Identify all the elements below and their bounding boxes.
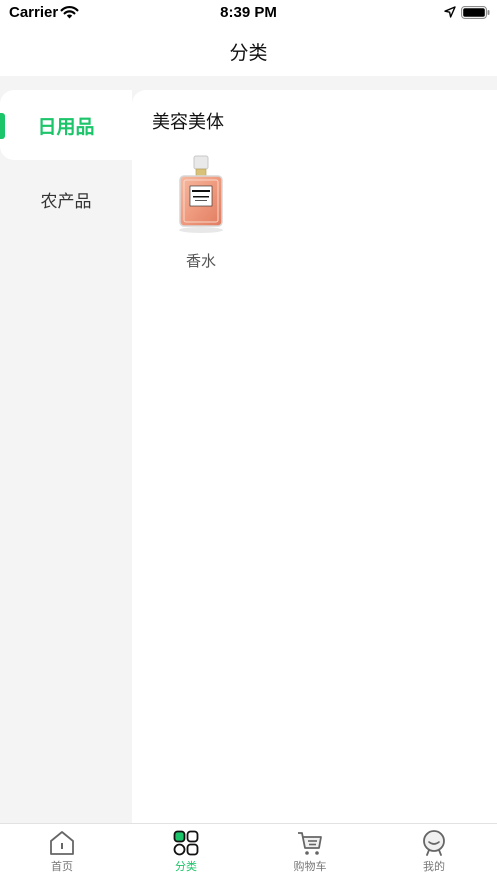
tab-category[interactable]: 分类: [124, 830, 248, 880]
tab-label: 我的: [423, 860, 445, 873]
category-sidebar: 日用品 农产品: [0, 76, 132, 823]
location-arrow-icon: [444, 6, 456, 18]
perfume-bottle-icon: [160, 154, 242, 244]
sidebar-item-daily-goods[interactable]: 日用品: [0, 90, 132, 160]
home-icon: [50, 831, 74, 855]
tab-label: 分类: [175, 860, 197, 873]
tab-profile[interactable]: 我的: [372, 830, 496, 880]
tab-label: 购物车: [293, 860, 327, 873]
status-bar: Carrier 8:39 PM: [0, 0, 497, 26]
sidebar-item-farm-products[interactable]: 农产品: [0, 164, 132, 234]
category-grid-icon: [173, 830, 199, 856]
category-content: 日用品 农产品 美容美体 香水: [0, 76, 497, 823]
tab-label: 首页: [51, 860, 73, 873]
product-name: 香水: [185, 252, 216, 270]
section-title: 美容美体: [152, 112, 224, 133]
active-indicator: [0, 113, 5, 139]
sidebar-item-label: 日用品: [37, 115, 95, 138]
nav-bar: 分类: [0, 26, 497, 76]
cart-icon: [298, 832, 322, 855]
tab-cart[interactable]: 购物车: [248, 830, 372, 880]
tab-home[interactable]: 首页: [0, 830, 124, 880]
sidebar-item-label: 农产品: [40, 191, 92, 212]
product-panel: 美容美体 香水: [132, 90, 497, 823]
battery-icon: [461, 6, 490, 19]
page-title: 分类: [229, 42, 268, 64]
tab-bar: 首页 分类 购物车 我的: [0, 823, 497, 883]
product-item[interactable]: 香水: [160, 154, 242, 271]
profile-icon: [423, 830, 445, 856]
status-time: 8:39 PM: [220, 4, 277, 21]
